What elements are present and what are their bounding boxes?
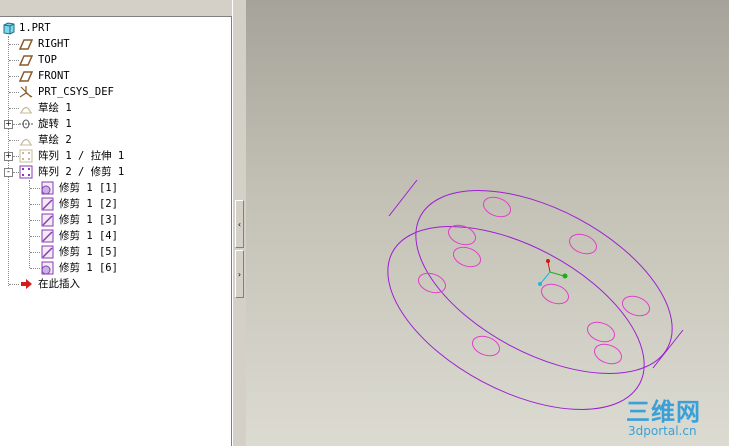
tree-item-label: 修剪 1 [3]: [59, 214, 118, 226]
hole-outline: [540, 283, 570, 305]
tree-item-trim-instance[interactable]: 修剪 1 [1]: [0, 180, 230, 196]
trim-icon: [41, 261, 54, 275]
silhouette-edge: [652, 329, 684, 369]
tree-item-csys[interactable]: PRT_CSYS_DEF: [0, 84, 230, 100]
hole-outline: [482, 196, 512, 218]
tree-item-label: RIGHT: [38, 38, 70, 50]
tree-item-sketch-2[interactable]: 草绘 2: [0, 132, 230, 148]
trim-icon: [41, 229, 54, 243]
tree-item-label: FRONT: [38, 70, 70, 82]
tree-item-trim-instance[interactable]: 修剪 1 [6]: [0, 260, 230, 276]
coordinate-system-icon: [19, 86, 33, 98]
tree-item-revolve-1[interactable]: + 旋转 1: [0, 116, 230, 132]
expand-panel-button[interactable]: ›: [235, 250, 244, 298]
tree-item-label: 草绘 1: [38, 102, 72, 114]
tree-item-pattern-1[interactable]: + 阵列 1 / 拉伸 1: [0, 148, 230, 164]
watermark-logo: 三维网: [626, 398, 701, 426]
trim-icon: [41, 213, 54, 227]
pattern-icon: [19, 165, 33, 179]
top-rim-outline: [415, 190, 673, 374]
model-wireframe[interactable]: [246, 0, 729, 446]
tree-item-trim-instance[interactable]: 修剪 1 [3]: [0, 212, 230, 228]
tree-item-pattern-2[interactable]: - 阵列 2 / 修剪 1: [0, 164, 230, 180]
tree-item-label: TOP: [38, 54, 57, 66]
hole-outline: [568, 233, 598, 255]
tree-item-label: 阵列 1 / 拉伸 1: [38, 150, 125, 162]
tree-item-insert-here[interactable]: 在此插入: [0, 276, 230, 292]
tree-item-label: 草绘 2: [38, 134, 72, 146]
sketch-icon: [20, 106, 32, 114]
panel-splitter[interactable]: ‹ ›: [232, 0, 246, 446]
revolve-icon: [19, 119, 33, 129]
tree-item-part[interactable]: 1.PRT: [0, 20, 230, 36]
watermark-url: 3dportal.cn: [628, 424, 697, 438]
hole-outline: [452, 246, 482, 268]
tree-item-trim-instance[interactable]: 修剪 1 [5]: [0, 244, 230, 260]
tree-item-label: 修剪 1 [4]: [59, 230, 118, 242]
hole-outline: [471, 335, 501, 357]
tree-item-trim-instance[interactable]: 修剪 1 [4]: [0, 228, 230, 244]
graphics-viewport[interactable]: [246, 0, 729, 446]
trim-icon: [41, 245, 54, 259]
collapse-panel-button[interactable]: ‹: [235, 200, 244, 248]
datum-plane-icon: [19, 71, 33, 82]
datum-plane-icon: [19, 39, 33, 50]
tree-item-top-plane[interactable]: TOP: [0, 52, 230, 68]
tree-item-label: PRT_CSYS_DEF: [38, 86, 114, 98]
model-tree-header: [0, 0, 232, 17]
silhouette-edge: [388, 179, 418, 217]
tree-item-label: 修剪 1 [2]: [59, 198, 118, 210]
tree-item-label: 旋转 1: [38, 118, 72, 130]
tree-item-label: 阵列 2 / 修剪 1: [38, 166, 125, 178]
tree-item-sketch-1[interactable]: 草绘 1: [0, 100, 230, 116]
hole-outline: [586, 321, 616, 343]
tree-item-label: 1.PRT: [19, 22, 51, 34]
collapse-toggle[interactable]: -: [4, 168, 13, 177]
model-tree-panel: 1.PRT RIGHT TOP FRONT PRT_CSYS_DEF 草绘 1 …: [0, 0, 232, 446]
tree-item-trim-instance[interactable]: 修剪 1 [2]: [0, 196, 230, 212]
hole-outline: [417, 272, 447, 294]
tree-item-label: 修剪 1 [6]: [59, 262, 118, 274]
trim-icon: [41, 197, 54, 211]
hole-outline: [447, 224, 477, 246]
part-icon: [3, 22, 15, 35]
tree-item-label: 在此插入: [38, 278, 80, 290]
datum-plane-icon: [19, 55, 33, 66]
hole-outline: [593, 343, 623, 365]
expand-toggle[interactable]: +: [4, 120, 13, 129]
axis-triad-icon: [538, 259, 568, 286]
insert-here-arrow-icon: [21, 279, 32, 289]
tree-item-front-plane[interactable]: FRONT: [0, 68, 230, 84]
trim-icon: [41, 181, 54, 195]
expand-toggle[interactable]: +: [4, 152, 13, 161]
tree-item-right-plane[interactable]: RIGHT: [0, 36, 230, 52]
tree-item-label: 修剪 1 [1]: [59, 182, 118, 194]
tree-item-label: 修剪 1 [5]: [59, 246, 118, 258]
sketch-icon: [20, 138, 32, 146]
pattern-icon: [19, 149, 33, 163]
